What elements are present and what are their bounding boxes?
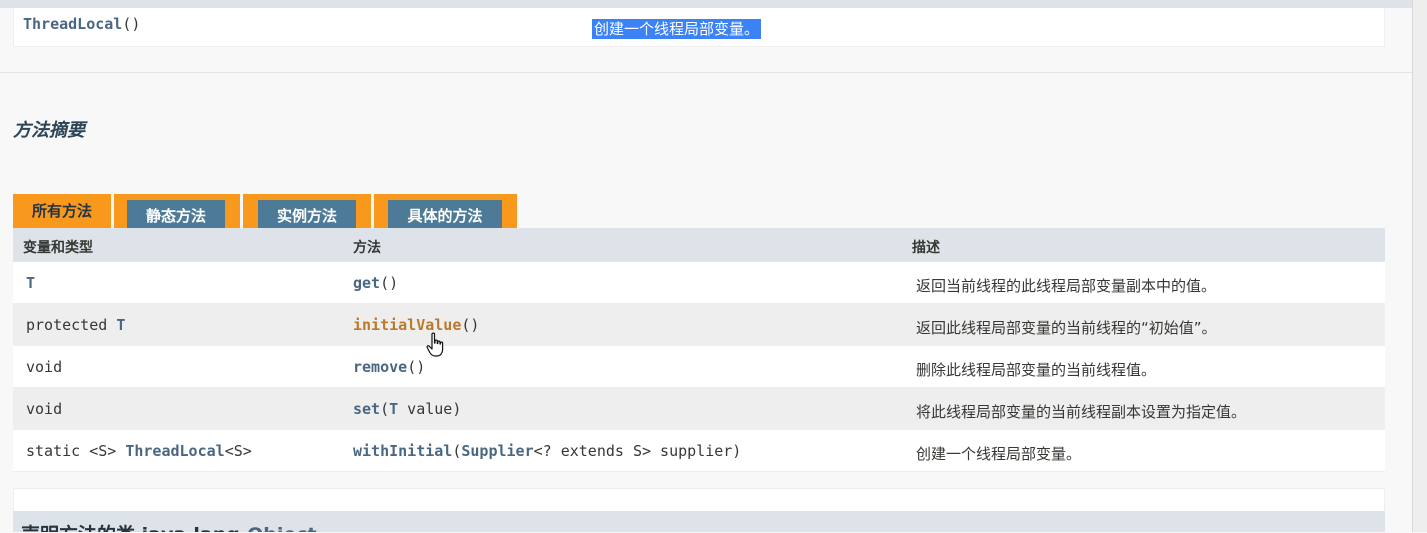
tab-gap [240,194,243,228]
constructor-description-selected: 创建一个线程局部变量。 [592,19,762,39]
method-signature: get() [353,274,399,292]
table-row: static <S> ThreadLocal<S> withInitial(Su… [13,430,1385,472]
type-link[interactable]: T [116,316,125,334]
table-row: T get() 返回当前线程的此线程局部变量副本中的值。 [13,262,1385,304]
type-link[interactable]: T [389,400,398,418]
section-title: 方法摘要 [13,120,85,141]
method-description: 删除此线程局部变量的当前线程值。 [916,361,1157,379]
tab-instance-methods[interactable]: 实例方法 [258,200,356,228]
table-row: protected T initialValue() 返回此线程局部变量的当前线… [13,304,1385,346]
table-header: 变量和类型 方法 描述 [13,228,1385,262]
method-signature: initialValue() [353,316,480,334]
constructor-row: ThreadLocal() 创建一个线程局部变量。 [13,8,1385,47]
method-description: 返回当前线程的此线程局部变量副本中的值。 [916,277,1217,295]
type-link[interactable]: ThreadLocal [125,442,224,460]
method-description: 创建一个线程局部变量。 [916,445,1082,463]
return-type: T [26,274,35,292]
type-link[interactable]: T [26,274,35,292]
column-header-type: 变量和类型 [23,240,93,256]
column-header-method: 方法 [353,240,381,256]
object-link[interactable]: Object [247,524,317,532]
tab-static-methods[interactable]: 静态方法 [127,200,225,228]
column-header-description: 描述 [912,240,940,256]
method-signature: remove() [353,358,426,376]
inherited-methods-header: 声明方法的类 java.lang.Object [13,511,1385,532]
type-link[interactable]: Supplier [461,442,533,460]
return-type: protected T [26,316,126,334]
method-link-set[interactable]: set [353,400,380,418]
table-row: void set(T value) 将此线程局部变量的当前线程副本设置为指定值。 [13,388,1385,430]
hand-pointer-icon [426,332,444,357]
tab-gap [371,194,374,228]
top-strip [0,0,1427,8]
tab-concrete-methods[interactable]: 具体的方法 [388,200,502,228]
inherited-methods-title: 声明方法的类 java.lang.Object [21,520,317,532]
method-link-withinitial[interactable]: withInitial [353,442,452,460]
constructor-link[interactable]: ThreadLocal() [23,15,140,33]
method-summary-table: 变量和类型 方法 描述 T get() 返回当前线程的此线程局部变量副本中的值。… [13,228,1385,472]
method-signature: withInitial(Supplier<? extends S> suppli… [353,442,742,460]
return-type: void [26,358,63,376]
return-type: static <S> ThreadLocal<S> [26,442,252,460]
table-row: void remove() 删除此线程局部变量的当前线程值。 [13,346,1385,388]
return-type: void [26,400,63,418]
method-signature: set(T value) [353,400,462,418]
tab-gap [111,194,114,228]
method-link-get[interactable]: get [353,274,380,292]
tab-all-methods[interactable]: 所有方法 [13,194,111,228]
method-link-remove[interactable]: remove [353,358,407,376]
page-scrollbar[interactable] [1412,0,1427,532]
method-description: 返回此线程局部变量的当前线程的“初始值”。 [916,319,1217,337]
method-description: 将此线程局部变量的当前线程副本设置为指定值。 [916,403,1247,421]
